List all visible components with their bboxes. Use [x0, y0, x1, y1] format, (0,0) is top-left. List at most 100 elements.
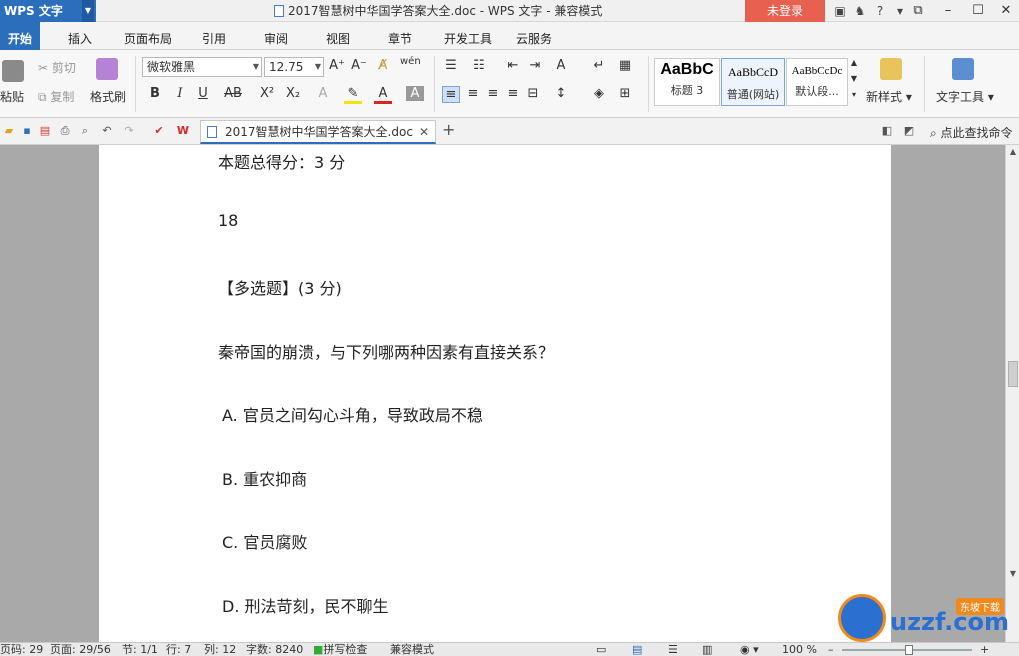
- vertical-scrollbar[interactable]: ▲ ▼: [1005, 145, 1019, 642]
- save-icon[interactable]: ▪: [20, 124, 34, 138]
- login-button[interactable]: 未登录: [745, 0, 825, 22]
- new-style-icon[interactable]: [880, 58, 902, 80]
- open-folder-icon[interactable]: ▰: [2, 124, 16, 138]
- format-painter-icon[interactable]: [96, 58, 118, 80]
- font-color-icon[interactable]: A: [374, 86, 392, 104]
- copy-button[interactable]: ⧉ 复制: [38, 88, 74, 105]
- align-center-icon[interactable]: ≡: [464, 86, 482, 101]
- text-tools-icon[interactable]: [952, 58, 974, 80]
- tab-page-layout[interactable]: 页面布局: [124, 30, 172, 47]
- shirt-icon[interactable]: ♞: [850, 0, 870, 22]
- pin-icon[interactable]: ◩: [902, 124, 916, 138]
- protect-eye-icon[interactable]: ◉ ▾: [740, 643, 759, 656]
- status-page[interactable]: 页面: 29/56: [50, 643, 111, 656]
- new-style-button[interactable]: 新样式 ▾: [866, 88, 912, 105]
- subscript-icon[interactable]: X₂: [284, 86, 302, 101]
- line-spacing-icon[interactable]: ↕: [552, 86, 570, 101]
- style-more-icon[interactable]: ▾: [848, 90, 860, 99]
- underline-icon[interactable]: U: [194, 86, 212, 101]
- wps-logo-icon[interactable]: W: [176, 124, 190, 138]
- format-painter-button[interactable]: 格式刷: [90, 88, 126, 105]
- strikethrough-icon[interactable]: AB: [224, 86, 242, 101]
- italic-icon[interactable]: I: [171, 86, 189, 101]
- restore-window-icon[interactable]: ⧉: [903, 0, 933, 22]
- skin-icon[interactable]: ▣: [830, 0, 850, 22]
- spell-check-toggle[interactable]: ■拼写检查: [313, 643, 367, 656]
- scroll-down-icon[interactable]: ▼: [1006, 569, 1019, 578]
- cut-button[interactable]: ✂ 剪切: [38, 59, 76, 76]
- bold-icon[interactable]: B: [146, 86, 164, 101]
- style-default-paragraph[interactable]: AaBbCcDc 默认段...: [786, 58, 848, 106]
- minimize-icon[interactable]: –: [933, 0, 963, 22]
- tab-insert[interactable]: 插入: [68, 30, 92, 47]
- zoom-slider-handle[interactable]: [905, 645, 913, 655]
- align-left-icon[interactable]: ≡: [442, 86, 460, 103]
- tab-review[interactable]: 审阅: [264, 30, 288, 47]
- tab-developer[interactable]: 开发工具: [444, 30, 492, 47]
- undo-icon[interactable]: ↶: [100, 124, 114, 138]
- command-search[interactable]: ⌕ 点此查找命令: [930, 124, 1013, 141]
- zoom-out-icon[interactable]: –: [828, 643, 834, 656]
- text-direction-icon[interactable]: A: [552, 58, 570, 73]
- paste-button[interactable]: 粘贴: [0, 88, 24, 105]
- numbered-list-icon[interactable]: ☷: [470, 58, 488, 73]
- chevron-down-icon[interactable]: ▼: [82, 0, 94, 22]
- document-page[interactable]: 本题总得分：3 分 18 【多选题】(3 分) 秦帝国的崩溃，与下列哪两种因素有…: [99, 145, 891, 642]
- print-icon[interactable]: ⎙: [58, 124, 72, 138]
- close-window-icon[interactable]: ✕: [991, 0, 1019, 22]
- wps-app-menu-button[interactable]: WPS 文字 ▼: [0, 0, 96, 22]
- style-scroll-down-icon[interactable]: ▼: [848, 74, 860, 83]
- tab-references[interactable]: 引用: [202, 30, 226, 47]
- customize-icon[interactable]: ✔: [152, 124, 166, 138]
- status-words[interactable]: 字数: 8240: [246, 643, 303, 656]
- style-scroll-up-icon[interactable]: ▲: [848, 58, 860, 67]
- new-tab-icon[interactable]: +: [442, 120, 455, 139]
- text-tools-button[interactable]: 文字工具 ▾: [936, 88, 994, 105]
- view-page-icon[interactable]: ▤: [632, 643, 642, 656]
- scissors-icon: ✂: [38, 61, 52, 75]
- show-marks-icon[interactable]: ↵: [590, 58, 608, 73]
- clear-format-icon[interactable]: A̸: [374, 58, 392, 73]
- export-pdf-icon[interactable]: ▤: [38, 124, 52, 138]
- justify-icon[interactable]: ≡: [504, 86, 522, 101]
- view-web-icon[interactable]: ▥: [702, 643, 712, 656]
- collapse-icon[interactable]: ◧: [880, 124, 894, 138]
- table-icon[interactable]: ▦: [616, 58, 634, 73]
- shading-icon[interactable]: ◈: [590, 86, 608, 101]
- status-mode: 兼容模式: [390, 643, 434, 656]
- view-outline-icon[interactable]: ☰: [668, 643, 678, 656]
- increase-indent-icon[interactable]: ⇥: [526, 58, 544, 73]
- superscript-icon[interactable]: X²: [258, 86, 276, 101]
- font-size-select[interactable]: 12.75 ▼: [264, 57, 324, 77]
- zoom-level[interactable]: 100 %: [782, 643, 817, 656]
- align-right-icon[interactable]: ≡: [484, 86, 502, 101]
- decrease-indent-icon[interactable]: ⇤: [504, 58, 522, 73]
- bullet-list-icon[interactable]: ☰: [442, 58, 460, 73]
- redo-icon[interactable]: ↷: [122, 124, 136, 138]
- style-heading3[interactable]: AaBbC 标题 3: [654, 58, 720, 106]
- shrink-font-icon[interactable]: A⁻: [350, 58, 368, 73]
- tab-home[interactable]: 开始: [0, 22, 41, 50]
- help-icon[interactable]: ?: [870, 0, 890, 22]
- border-icon[interactable]: ⊞: [616, 86, 634, 101]
- tab-view[interactable]: 视图: [326, 30, 350, 47]
- grow-font-icon[interactable]: A⁺: [328, 58, 346, 73]
- zoom-in-icon[interactable]: +: [980, 643, 989, 656]
- maximize-icon[interactable]: ☐: [963, 0, 993, 22]
- scroll-up-icon[interactable]: ▲: [1006, 147, 1019, 156]
- document-tab[interactable]: 2017智慧树中华国学答案大全.doc ✕: [200, 120, 436, 144]
- style-normal-web[interactable]: AaBbCcD 普通(网站): [721, 58, 785, 106]
- paste-icon[interactable]: [2, 60, 24, 82]
- tab-cloud[interactable]: 云服务: [516, 30, 552, 47]
- tab-chapter[interactable]: 章节: [388, 30, 412, 47]
- close-tab-icon[interactable]: ✕: [419, 121, 429, 143]
- char-shading-icon[interactable]: A: [406, 86, 424, 101]
- pinyin-icon[interactable]: wén: [400, 56, 421, 67]
- font-name-select[interactable]: 微软雅黑 ▼: [142, 57, 262, 77]
- distribute-icon[interactable]: ⊟: [524, 86, 542, 101]
- print-preview-icon[interactable]: ⌕: [78, 124, 92, 138]
- view-read-icon[interactable]: ▭: [596, 643, 606, 656]
- text-effect-icon[interactable]: A: [314, 86, 332, 101]
- highlight-icon[interactable]: ✎: [344, 86, 362, 104]
- scroll-thumb[interactable]: [1008, 361, 1018, 387]
